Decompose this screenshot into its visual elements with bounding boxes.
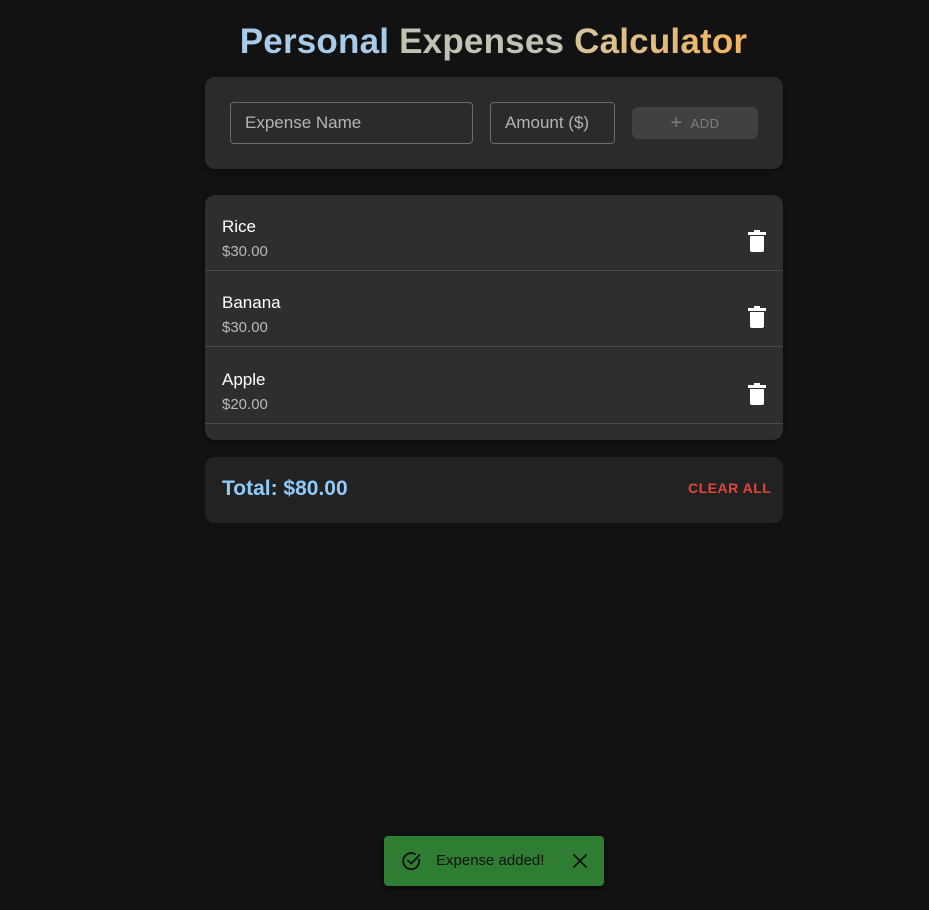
title-word-calculator: Calculator [574, 22, 748, 61]
expense-amount: $20.00 [222, 396, 268, 413]
trash-icon[interactable] [748, 306, 766, 328]
plus-icon: + [670, 112, 683, 134]
add-button[interactable]: + ADD [632, 107, 758, 139]
title-word-expenses: Expenses [399, 22, 565, 61]
page-title: Personal Expenses Calculator [0, 18, 929, 66]
total-card: Total: $80.00 CLEAR ALL [205, 457, 783, 523]
toast-message: Expense added! [436, 852, 545, 869]
expense-form-card: + ADD [205, 77, 783, 169]
clear-all-button[interactable]: CLEAR ALL [688, 480, 771, 496]
trash-icon[interactable] [748, 383, 766, 405]
total-amount: Total: $80.00 [222, 477, 348, 500]
list-item: Banana $30.00 [205, 271, 783, 347]
expense-name: Apple [222, 370, 266, 389]
check-circle-icon [402, 852, 421, 871]
expense-name-input[interactable] [230, 102, 473, 144]
app-page: Personal Expenses Calculator + ADD Rice … [0, 0, 929, 910]
list-item: Rice $30.00 [205, 195, 783, 271]
add-button-label: ADD [690, 115, 720, 131]
trash-icon[interactable] [748, 230, 766, 252]
expense-amount: $30.00 [222, 319, 268, 336]
list-item: Apple $20.00 [205, 348, 783, 424]
expense-name: Rice [222, 217, 257, 236]
title-word-personal: Personal [239, 22, 390, 61]
close-icon[interactable] [573, 854, 587, 868]
expense-list: Rice $30.00 Banana $30.00 Apple $20.00 [205, 195, 783, 440]
expense-amount: $30.00 [222, 243, 268, 260]
toast-notification: Expense added! [384, 836, 604, 886]
amount-input[interactable] [490, 102, 615, 144]
expense-name: Banana [222, 293, 281, 312]
